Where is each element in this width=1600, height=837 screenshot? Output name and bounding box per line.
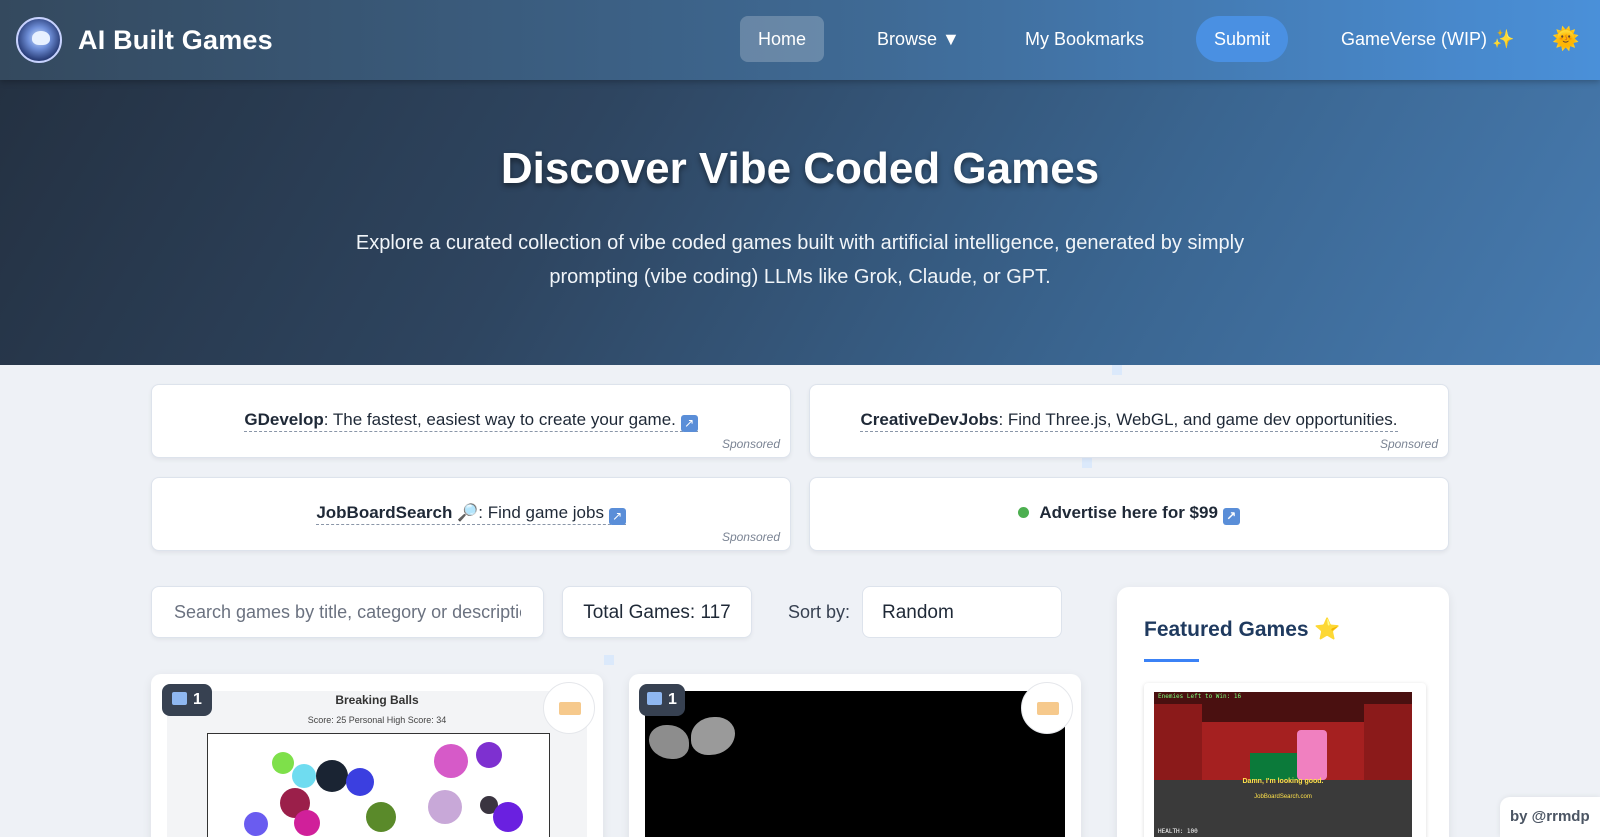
nav-my-bookmarks[interactable]: My Bookmarks [1007, 16, 1162, 62]
total-games-count: Total Games: 117 [562, 586, 752, 638]
preview-dialog: Damn, I'm looking good. [1242, 778, 1324, 785]
ball [366, 802, 396, 832]
ball [294, 810, 320, 836]
game-thumbnail[interactable]: Breaking Balls Score: 25 Personal High S… [167, 691, 587, 837]
sponsor-link-creativedevjobs[interactable]: CreativeDevJobs: Find Three.js, WebGL, a… [860, 410, 1398, 432]
advertise-link[interactable]: Advertise here for $99 [1039, 503, 1218, 522]
sponsor-card-gdevelop[interactable]: GDevelop: The fastest, easiest way to cr… [151, 384, 791, 458]
sort-label: Sort by: [788, 602, 851, 622]
play-count-badge: 1 [639, 684, 685, 716]
play-count: 1 [668, 691, 677, 708]
ball [434, 744, 468, 778]
ball [346, 768, 374, 796]
asteroid-icon [649, 725, 689, 759]
bookmark-button[interactable] [1021, 682, 1073, 734]
sponsored-label: Sponsored [721, 437, 780, 451]
nav-home[interactable]: Home [740, 16, 824, 62]
submit-button[interactable]: Submit [1196, 16, 1288, 62]
advertise-card[interactable]: Advertise here for $99 ↗ [809, 477, 1449, 551]
magnifier-icon: 🔎 [457, 503, 479, 522]
ball [292, 764, 316, 788]
ball [272, 752, 294, 774]
ball [244, 812, 268, 836]
sponsor-card-jobboardsearch[interactable]: JobBoardSearch 🔎: Find game jobs ↗ Spons… [151, 477, 791, 551]
external-link-icon: ↗ [1222, 508, 1240, 525]
decorative-square [604, 655, 614, 665]
nav-gameverse[interactable]: GameVerse (WIP) ✨ [1323, 16, 1532, 62]
sponsor-description: : The fastest, easiest way to create you… [323, 410, 676, 429]
decorative-square [1082, 458, 1092, 468]
hero-description: Explore a curated collection of vibe cod… [355, 232, 1245, 288]
sponsor-name: JobBoardSearch [316, 503, 453, 522]
preview-link-text: JobBoardSearch.com [1254, 794, 1312, 800]
search-input[interactable] [151, 586, 544, 638]
decorative-square [1112, 365, 1122, 375]
ball [316, 760, 348, 792]
game-thumbnail[interactable] [645, 691, 1065, 837]
brand[interactable]: AI Built Games [16, 17, 273, 63]
game-card[interactable]: 1 [629, 674, 1081, 837]
sponsor-name: GDevelop [244, 410, 324, 429]
character-sprite [1297, 730, 1327, 780]
asteroid-icon [691, 717, 735, 755]
ball [493, 802, 523, 832]
game-card[interactable]: 1 Breaking Balls Score: 25 Personal High… [151, 674, 603, 837]
ball [428, 790, 462, 824]
title-underline [1144, 659, 1199, 662]
sponsored-label: Sponsored [1379, 437, 1438, 451]
nav-browse-dropdown[interactable]: Browse ▼ [859, 16, 978, 62]
bookmark-button[interactable] [543, 682, 595, 734]
external-link-icon: ↗ [680, 415, 698, 432]
tag-icon [559, 702, 581, 715]
preview-title: Breaking Balls [335, 693, 419, 707]
sponsor-description: : Find game jobs [478, 503, 604, 522]
green-status-dot-icon [1018, 507, 1030, 518]
featured-title: Featured Games ⭐ [1144, 618, 1341, 641]
sponsor-name: CreativeDevJobs [860, 410, 999, 429]
author-byline[interactable]: by @rrmdp [1500, 797, 1600, 837]
sponsor-link-jobboardsearch[interactable]: JobBoardSearch 🔎: Find game jobs ↗ [316, 503, 626, 525]
hero-section: Discover Vibe Coded Games Explore a cura… [0, 80, 1600, 365]
hero-title: Discover Vibe Coded Games [500, 144, 1100, 193]
featured-game-thumbnail[interactable]: Enemies Left to Win: 16 Damn, I'm lookin… [1144, 683, 1426, 837]
preview-hud-text: Enemies Left to Win: 16 [1158, 693, 1242, 700]
sort-select[interactable]: Random [862, 586, 1062, 638]
sponsored-label: Sponsored [721, 530, 780, 544]
tag-icon [1037, 702, 1059, 715]
external-link-icon: ↗ [608, 508, 626, 525]
featured-games-panel: Featured Games ⭐ Enemies Left to Win: 16… [1117, 587, 1449, 837]
top-navbar: AI Built Games Home Browse ▼ My Bookmark… [0, 0, 1600, 80]
site-title: AI Built Games [78, 24, 273, 55]
play-count: 1 [193, 691, 202, 708]
preview-health: HEALTH: 100 [1158, 828, 1198, 835]
featured-game-preview: Enemies Left to Win: 16 Damn, I'm lookin… [1154, 692, 1412, 837]
sponsor-card-creativedevjobs[interactable]: CreativeDevJobs: Find Three.js, WebGL, a… [809, 384, 1449, 458]
theme-toggle-sun-icon[interactable]: 🌞 [1552, 26, 1579, 52]
play-count-badge: 1 [162, 684, 212, 716]
preview-play-area [207, 733, 550, 837]
sponsor-description: : Find Three.js, WebGL, and game dev opp… [998, 410, 1398, 429]
play-icon [172, 692, 187, 705]
preview-score: Score: 25 Personal High Score: 34 [307, 715, 447, 725]
play-icon [647, 692, 662, 705]
ball [476, 742, 502, 768]
robot-logo-icon [16, 17, 62, 63]
sponsor-link-gdevelop[interactable]: GDevelop: The fastest, easiest way to cr… [244, 410, 698, 432]
